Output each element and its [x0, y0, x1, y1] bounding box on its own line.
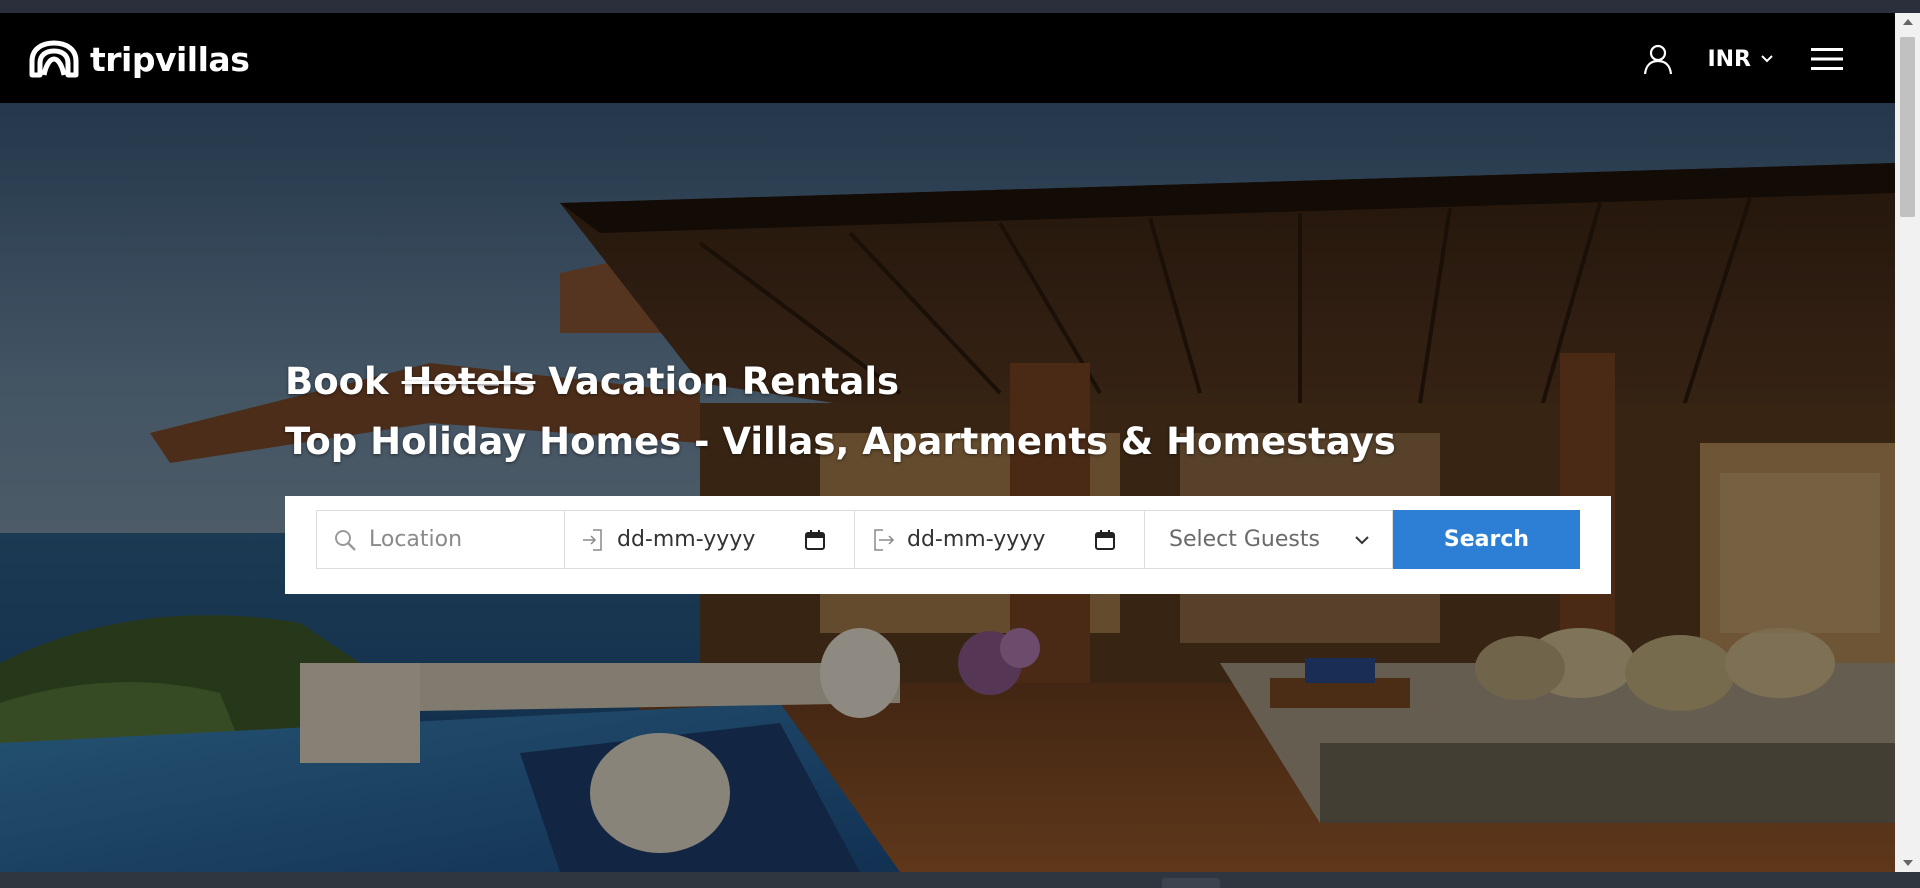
- guests-select-value: Select Guests: [1169, 527, 1320, 552]
- top-navbar: tripvillas INR: [0, 13, 1895, 103]
- bottom-handle: [1162, 878, 1220, 888]
- hamburger-menu-icon[interactable]: [1811, 46, 1843, 72]
- check-out-icon: [874, 528, 895, 551]
- scroll-up-arrow-icon[interactable]: [1903, 19, 1913, 25]
- brand-logo[interactable]: tripvillas: [26, 37, 250, 81]
- scroll-down-arrow-icon[interactable]: [1903, 860, 1913, 866]
- hero-title-prefix: Book: [285, 360, 402, 403]
- currency-label: INR: [1707, 46, 1751, 72]
- hero-title-struck: Hotels: [401, 360, 536, 403]
- check-in-icon: [583, 528, 602, 551]
- arch-logo-icon: [29, 40, 79, 78]
- window-top-strip: [0, 0, 1920, 13]
- search-icon: [335, 529, 356, 551]
- nav-actions: INR: [1643, 41, 1843, 77]
- calendar-icon[interactable]: [804, 529, 826, 551]
- guests-select[interactable]: Select Guests: [1144, 510, 1393, 569]
- hero-dark-overlay: [0, 103, 1895, 872]
- search-button[interactable]: Search: [1393, 510, 1580, 569]
- hero-title-suffix: Vacation Rentals: [535, 360, 900, 403]
- chevron-down-icon: [1761, 55, 1773, 63]
- hero-subtitle: Top Holiday Homes - Villas, Apartments &…: [285, 420, 1396, 463]
- checkin-date-value: dd-mm-yyyy: [617, 527, 756, 552]
- chevron-down-icon: [1355, 535, 1369, 544]
- checkin-date-field[interactable]: dd-mm-yyyy: [564, 510, 855, 569]
- scroll-thumb[interactable]: [1900, 37, 1915, 217]
- hero-section: Book Hotels Vacation Rentals Top Holiday…: [0, 103, 1895, 872]
- user-icon[interactable]: [1643, 43, 1673, 75]
- hero-headline: Book Hotels Vacation Rentals Top Holiday…: [285, 358, 1396, 466]
- hero-title: Book Hotels Vacation Rentals: [285, 358, 1396, 406]
- calendar-icon[interactable]: [1094, 529, 1116, 551]
- currency-selector[interactable]: INR: [1707, 47, 1773, 72]
- browser-viewport: tripvillas INR Book Hotels Vacation Rent…: [0, 13, 1895, 872]
- checkout-date-value: dd-mm-yyyy: [907, 527, 1046, 552]
- search-panel: Location dd-mm-yyyy dd-mm-yyyy Select Gu…: [285, 496, 1611, 594]
- brand-name: tripvillas: [90, 39, 250, 79]
- location-field[interactable]: Location: [316, 510, 565, 569]
- checkout-date-field[interactable]: dd-mm-yyyy: [854, 510, 1145, 569]
- location-placeholder: Location: [369, 527, 463, 552]
- search-form: Location dd-mm-yyyy dd-mm-yyyy Select Gu…: [316, 510, 1580, 569]
- page-scrollbar[interactable]: [1895, 13, 1920, 872]
- window-bottom-strip: [0, 872, 1920, 888]
